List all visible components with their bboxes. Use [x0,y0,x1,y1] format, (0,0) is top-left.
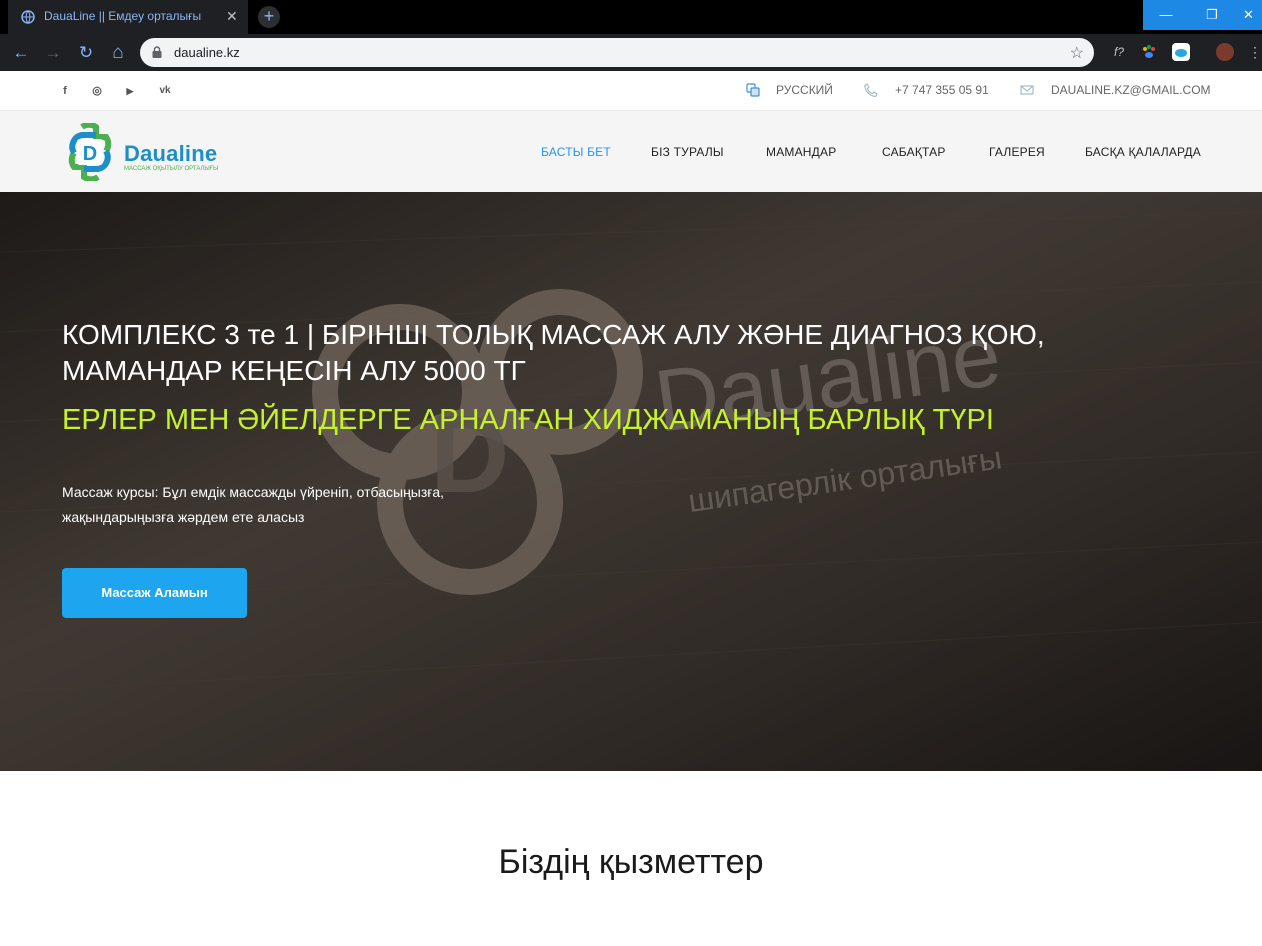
menu-dots-icon[interactable]: ⋮ [1246,43,1262,61]
hero-section: D Daualine шипагерлік орталығы КОМПЛЕКС … [0,192,1262,771]
youtube-icon[interactable]: ▶ [122,83,138,99]
lock-icon [152,46,162,58]
email-link[interactable]: DAUALINE.KZ@GMAIL.COM [1051,83,1211,97]
url-text[interactable]: daualine.kz [174,45,240,60]
paw-extension-icon[interactable] [1140,43,1158,61]
main-navbar: D Daualine МАССАЖ ОҚЫТЫЛУ ОРТАЛЫҒЫ БАСТЫ… [0,111,1262,192]
minimize-button[interactable]: — [1143,0,1189,30]
restore-button[interactable]: ❐ [1189,0,1235,30]
website: f ◎ ▶ vk РУССКИЙ +7 747 355 05 91 DAUALI… [0,71,1262,946]
home-icon[interactable]: ⌂ [107,42,129,64]
formula-extension-icon[interactable]: f? [1110,43,1128,61]
logo-tagline: МАССАЖ ОҚЫТЫЛУ ОРТАЛЫҒЫ [124,166,219,172]
top-info-bar: f ◎ ▶ vk РУССКИЙ +7 747 355 05 91 DAUALI… [0,71,1262,111]
massage-cta-button[interactable]: Массаж Аламын [62,568,247,618]
logo-letter: D [83,143,97,165]
nav-home[interactable]: БАСТЫ БЕТ [541,145,611,159]
facebook-icon[interactable]: f [57,83,73,99]
instagram-icon[interactable]: ◎ [89,83,105,99]
services-section: Біздің қызметтер [0,771,1262,946]
phone-icon [864,83,878,97]
hero-subtitle: ЕРЛЕР МЕН ӘЙЕЛДЕРГЕ АРНАЛҒАН ХИДЖАМАНЫҢ … [62,404,994,436]
translate-icon [746,83,760,97]
globe-icon [21,10,35,24]
nav-lessons[interactable]: САБАҚТАР [882,145,946,159]
mail-icon [1020,85,1034,95]
language-switch[interactable]: РУССКИЙ [776,83,833,97]
logo[interactable]: D Daualine МАССАЖ ОҚЫТЫЛУ ОРТАЛЫҒЫ [60,121,220,183]
hero-description: Массаж курсы: Бұл емдік массажды үйреніп… [62,484,445,525]
nav-specialists[interactable]: МАМАНДАР [766,145,836,159]
tab-title: DauaLine || Емдеу орталығы [44,9,202,23]
reload-icon[interactable]: ↻ [75,42,97,64]
logo-name: Daualine [124,141,218,166]
nav-gallery[interactable]: ГАЛЕРЕЯ [989,145,1045,159]
new-tab-button[interactable]: + [258,6,280,28]
forward-icon[interactable]: → [42,42,64,64]
services-title: Біздің қызметтер [498,843,764,881]
profile-avatar[interactable] [1216,43,1234,61]
phone-number[interactable]: +7 747 355 05 91 [895,83,989,97]
vk-icon[interactable]: vk [157,83,173,99]
browser-tab-strip: DauaLine || Емдеу орталығы ✕ + — ❐ ✕ [0,0,1262,34]
logo-mark-icon: D [68,121,112,183]
nav-other-cities[interactable]: БАСҚА ҚАЛАЛАРДА [1085,145,1201,159]
address-bar[interactable]: daualine.kz ☆ [140,38,1094,67]
nav-about[interactable]: БІЗ ТУРАЛЫ [651,145,724,159]
back-icon[interactable]: ← [10,42,32,64]
hero-title: КОМПЛЕКС 3 те 1 | БІРІНШІ ТОЛЫҚ МАССАЖ А… [62,319,1045,386]
bookmark-star-icon[interactable]: ☆ [1070,43,1084,63]
close-window-button[interactable]: ✕ [1235,0,1262,30]
browser-toolbar: ← → ↻ ⌂ daualine.kz ☆ f? ⋮ [0,34,1262,71]
browser-tab[interactable]: DauaLine || Емдеу орталығы ✕ [8,0,248,34]
tab-close-icon[interactable]: ✕ [226,8,238,24]
cloud-extension-icon[interactable] [1172,43,1190,61]
